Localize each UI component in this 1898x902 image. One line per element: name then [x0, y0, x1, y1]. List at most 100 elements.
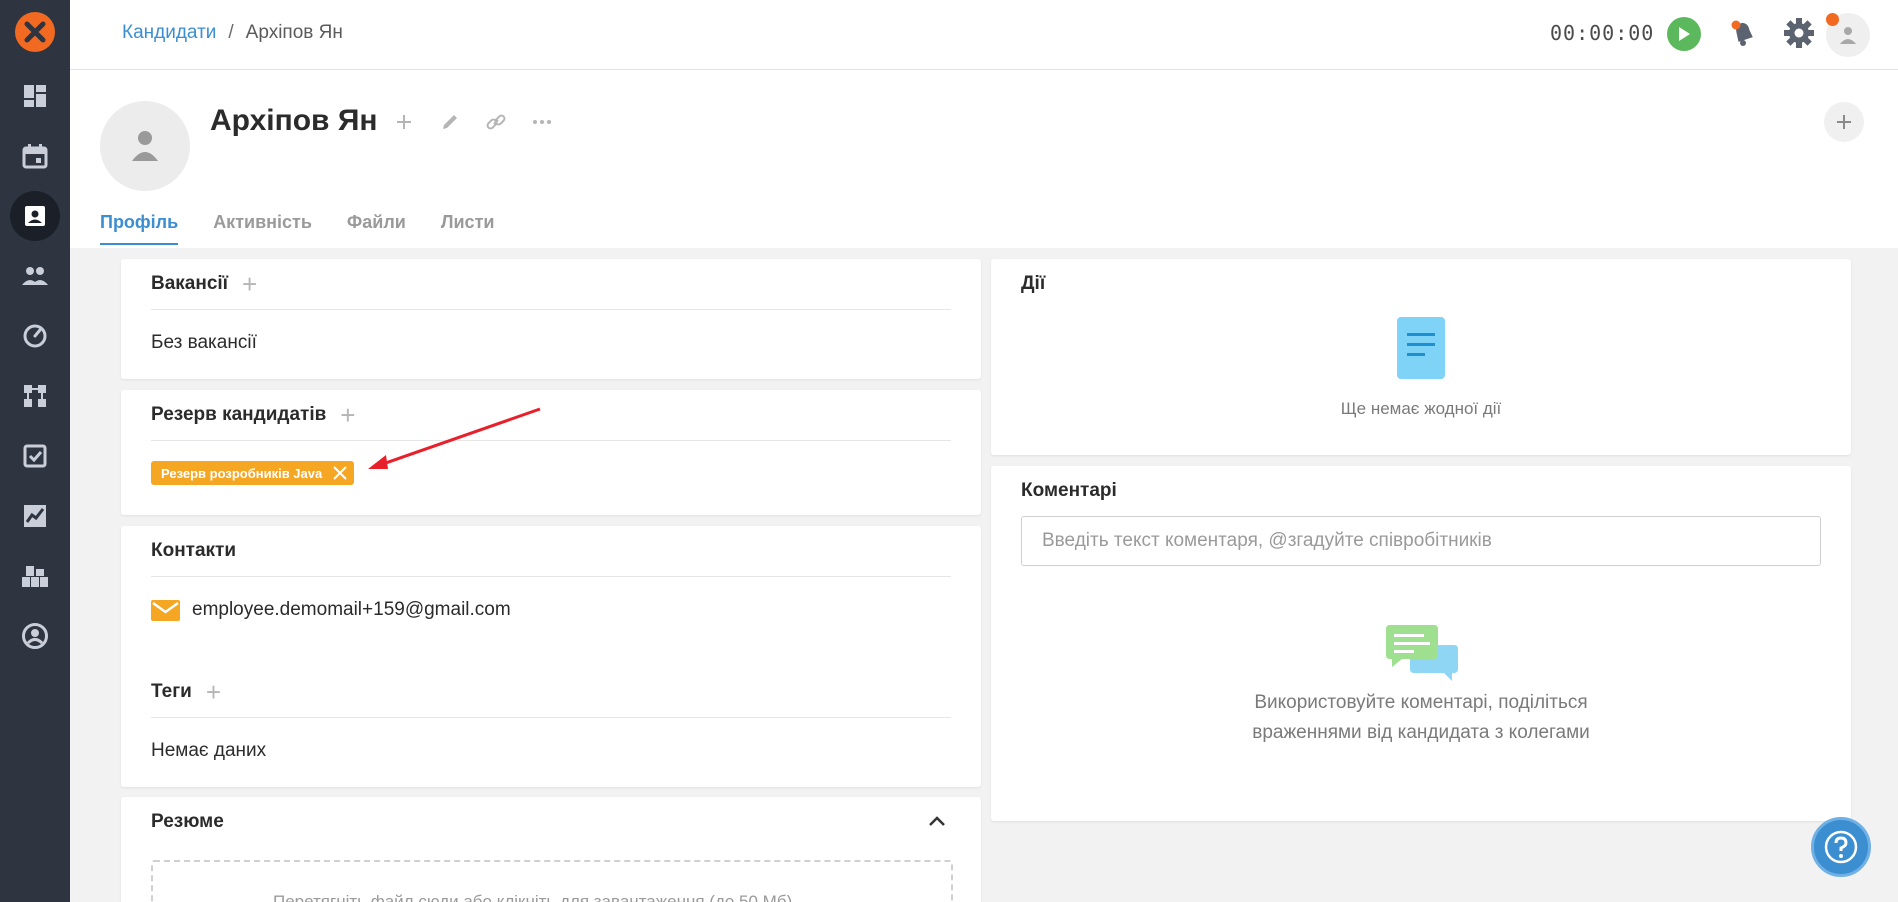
reserve-tag: Резерв розробників Java [151, 461, 355, 485]
question-mark-icon [1824, 830, 1858, 864]
analytics-icon [24, 505, 46, 527]
add-tag-button[interactable]: + [206, 679, 221, 705]
plus-icon [1837, 115, 1851, 129]
plus-icon [397, 115, 411, 129]
resume-card: Резюме Перетягніть файл сюди або клікніт… [121, 797, 981, 902]
sidebar-item-integrations[interactable] [0, 551, 70, 601]
pencil-icon [443, 115, 457, 129]
actions-empty-text: Ще немає жодної дії [1340, 399, 1502, 418]
tab-profile[interactable]: Профіль [100, 212, 179, 245]
tab-activity[interactable]: Активність [213, 212, 312, 245]
sidebar-item-tasks[interactable] [0, 431, 70, 481]
actions-card: Дії Ще немає жодної дії [991, 259, 1851, 455]
play-icon [1679, 27, 1690, 41]
comments-empty-line-2: враженнями від кандидата з колегами [1252, 722, 1590, 743]
document-icon [1397, 317, 1445, 379]
chevron-up-icon[interactable] [928, 815, 946, 827]
status-dot [1826, 13, 1839, 26]
sidebar-item-calendar[interactable] [0, 131, 70, 181]
notifications-button[interactable] [1728, 18, 1758, 52]
mail-icon [151, 599, 180, 621]
speedometer-icon [23, 324, 47, 348]
breadcrumb-candidates-link[interactable]: Кандидати [122, 22, 216, 44]
vacancies-value: Без вакансії [151, 332, 257, 353]
dropzone-text: Перетягніть файл сюди або клікніть для з… [273, 892, 793, 902]
email-link[interactable]: employee.demomail+159@gmail.com [192, 599, 511, 621]
help-button[interactable] [1811, 817, 1871, 877]
profile-icon [22, 623, 48, 649]
user-avatar[interactable] [1826, 13, 1870, 57]
comments-empty-line-1: Використовуйте коментарі, поділіться [1254, 692, 1588, 713]
comments-card: Коментарі Використовуйте коментарі, поді… [991, 466, 1851, 821]
notification-bell-icon [1731, 20, 1753, 46]
reserve-tag-label: Резерв розробників Java [161, 465, 323, 481]
logo-icon [24, 21, 46, 43]
sidebar-item-profile[interactable] [0, 611, 70, 661]
tasks-icon [23, 444, 47, 468]
resume-dropzone[interactable]: Перетягніть файл сюди або клікніть для з… [151, 860, 953, 902]
candidates-icon [25, 206, 45, 226]
vacancies-heading: Вакансії + [151, 271, 257, 297]
add-button[interactable] [392, 110, 416, 134]
sidebar-item-analytics[interactable] [0, 491, 70, 541]
chat-bubbles-icon [1386, 625, 1458, 681]
top-bar: Кандидати / Архіпов Ян 00:00:00 [70, 0, 1898, 70]
breadcrumb-current: Архіпов Ян [245, 22, 343, 43]
settings-button[interactable] [1782, 16, 1816, 54]
dashboard-icon [24, 85, 46, 107]
pipeline-icon [24, 385, 46, 407]
resume-title: Резюме [151, 811, 224, 832]
actions-title: Дії [1021, 273, 1046, 294]
profile-header: Архіпов Ян Профіль Активність Файли Лист… [70, 70, 1898, 248]
divider [151, 440, 951, 441]
candidate-actions [392, 110, 554, 134]
integrations-icon [22, 566, 48, 587]
reserve-card: Резерв кандидатів + Резерв розробників J… [121, 390, 981, 515]
close-icon[interactable] [332, 465, 348, 481]
team-icon [22, 267, 48, 285]
more-button[interactable] [530, 110, 554, 134]
comment-input[interactable] [1021, 516, 1821, 566]
contacts-card: Контакти employee.demomail+159@gmail.com… [121, 526, 981, 787]
timer-display: 00:00:00 [1550, 21, 1655, 45]
comments-empty-text: Використовуйте коментарі, поділіться вра… [991, 688, 1851, 748]
app-logo[interactable] [15, 12, 55, 52]
profile-tabs: Профіль Активність Файли Листи [100, 212, 494, 245]
add-vacancy-button[interactable]: + [242, 271, 257, 297]
sidebar-item-speedometer[interactable] [0, 311, 70, 361]
annotation-arrow [368, 407, 541, 469]
gear-icon [1784, 18, 1814, 48]
copy-link-button[interactable] [484, 110, 508, 134]
tags-heading: Теги + [151, 679, 221, 705]
timer-play-button[interactable] [1667, 17, 1701, 51]
vacancies-title: Вакансії [151, 273, 229, 294]
user-icon [1840, 27, 1856, 44]
vacancies-card: Вакансії + Без вакансії [121, 259, 981, 379]
tab-letters[interactable]: Листи [441, 212, 495, 245]
tags-value: Немає даних [151, 740, 267, 761]
add-circle-button[interactable] [1824, 102, 1864, 142]
email-row: employee.demomail+159@gmail.com [151, 599, 511, 621]
sidebar-item-team[interactable] [0, 251, 70, 301]
breadcrumb: Кандидати / Архіпов Ян [122, 22, 343, 44]
user-icon [132, 131, 158, 161]
link-icon [486, 114, 506, 130]
reserve-heading: Резерв кандидатів + [151, 402, 355, 428]
edit-button[interactable] [438, 110, 462, 134]
candidate-avatar[interactable] [100, 101, 190, 191]
comments-title: Коментарі [1021, 480, 1117, 501]
tab-files[interactable]: Файли [347, 212, 406, 245]
sidebar-item-pipeline[interactable] [0, 371, 70, 421]
candidate-name: Архіпов Ян [210, 104, 378, 137]
tags-title: Теги [151, 681, 192, 702]
sidebar-item-dashboard[interactable] [0, 71, 70, 121]
sidebar-item-candidates[interactable] [0, 191, 70, 241]
reserve-title: Резерв кандидатів [151, 404, 327, 425]
more-dots-icon [533, 120, 551, 124]
sidebar [0, 0, 70, 902]
divider [151, 717, 951, 718]
add-reserve-button[interactable]: + [340, 402, 355, 428]
contacts-title: Контакти [151, 540, 237, 561]
breadcrumb-separator: / [228, 22, 234, 43]
calendar-icon [22, 144, 48, 169]
